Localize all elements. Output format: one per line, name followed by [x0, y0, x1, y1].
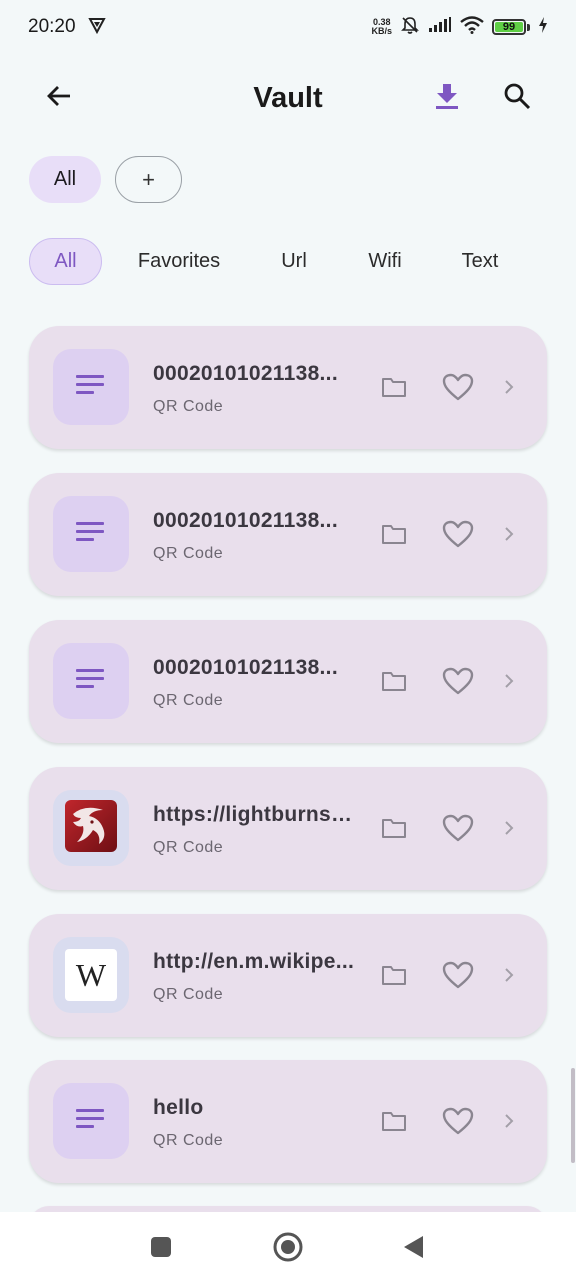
charging-icon: [538, 16, 548, 38]
arrow-left-icon: [45, 82, 73, 115]
network-speed: 0.38 KB/s: [371, 18, 392, 36]
item-title: 00020101021138...: [153, 509, 338, 532]
folder-chip-all[interactable]: All: [29, 156, 101, 203]
item-thumbnail: [53, 496, 129, 572]
app-bar: Vault: [0, 70, 576, 126]
favorite-heart-icon[interactable]: [441, 518, 475, 550]
folder-icon[interactable]: [379, 1106, 409, 1136]
chevron-right-icon[interactable]: [499, 815, 519, 841]
item-title: https://lightburnso...: [153, 803, 361, 826]
system-nav-bar: [0, 1212, 576, 1280]
filter-tab-all[interactable]: All: [29, 238, 102, 285]
battery-indicator: 99: [492, 19, 526, 35]
item-thumbnail: [53, 643, 129, 719]
item-title: 00020101021138...: [153, 656, 338, 679]
item-subtitle: QR Code: [153, 545, 224, 562]
page-title: Vault: [253, 81, 323, 114]
item-thumbnail: [53, 1083, 129, 1159]
item-thumbnail: [53, 349, 129, 425]
filter-tab-favorites[interactable]: Favorites: [129, 238, 229, 285]
item-thumbnail: W: [53, 937, 129, 1013]
status-time: 20:20: [28, 16, 76, 37]
folder-icon[interactable]: [379, 960, 409, 990]
item-subtitle: QR Code: [153, 986, 224, 1003]
wifi-icon: [460, 15, 484, 39]
text-lines-icon: [76, 1108, 106, 1135]
folder-icon[interactable]: [379, 666, 409, 696]
folder-icon[interactable]: [379, 372, 409, 402]
favorite-heart-icon[interactable]: [441, 812, 475, 844]
back-nav-button[interactable]: [396, 1230, 430, 1264]
favorite-heart-icon[interactable]: [441, 665, 475, 697]
text-lines-icon: [76, 374, 106, 401]
favorite-heart-icon[interactable]: [441, 959, 475, 991]
chevron-right-icon[interactable]: [499, 521, 519, 547]
list-item[interactable]: 00020101021138... QR Code: [29, 473, 547, 596]
recents-button[interactable]: [144, 1230, 178, 1264]
item-thumbnail: [53, 790, 129, 866]
search-icon: [503, 82, 531, 115]
list-item[interactable]: 00020101021138... QR Code: [29, 620, 547, 743]
filter-tabs: All Favorites Url Wifi Text: [29, 238, 549, 285]
filter-tab-url[interactable]: Url: [269, 238, 319, 285]
chevron-right-icon[interactable]: [499, 374, 519, 400]
signal-icon: [428, 16, 452, 38]
mute-icon: [400, 15, 420, 40]
list-item[interactable]: https://lightburnso... QR Code: [29, 767, 547, 890]
status-bar: 20:20 0.38 KB/s 99: [0, 0, 576, 54]
vpn-shield-icon: [87, 16, 106, 39]
folder-chips: All +: [29, 156, 182, 203]
download-button[interactable]: [427, 78, 467, 118]
back-button[interactable]: [39, 78, 79, 118]
chevron-right-icon[interactable]: [499, 668, 519, 694]
text-lines-icon: [76, 668, 106, 695]
list-item[interactable]: 00020101021138... QR Code: [29, 326, 547, 449]
scrollbar[interactable]: [571, 1068, 575, 1163]
item-subtitle: QR Code: [153, 1132, 224, 1149]
home-button[interactable]: [271, 1230, 305, 1264]
item-title: 00020101021138...: [153, 362, 338, 385]
lightburn-dragon-logo: [65, 799, 117, 857]
folder-icon[interactable]: [379, 813, 409, 843]
item-title: hello: [153, 1096, 204, 1119]
item-subtitle: QR Code: [153, 398, 224, 415]
favorite-heart-icon[interactable]: [441, 1105, 475, 1137]
network-speed-unit: KB/s: [371, 26, 392, 36]
filter-tab-wifi[interactable]: Wifi: [357, 238, 413, 285]
filter-tab-text[interactable]: Text: [452, 238, 508, 285]
favorite-heart-icon[interactable]: [441, 371, 475, 403]
text-lines-icon: [76, 521, 106, 548]
chevron-right-icon[interactable]: [499, 962, 519, 988]
folder-icon[interactable]: [379, 519, 409, 549]
item-title: http://en.m.wikipe...: [153, 950, 355, 973]
item-subtitle: QR Code: [153, 839, 224, 856]
list-item[interactable]: hello QR Code: [29, 1060, 547, 1183]
search-button[interactable]: [497, 78, 537, 118]
download-icon: [434, 82, 460, 115]
chevron-right-icon[interactable]: [499, 1108, 519, 1134]
battery-level: 99: [502, 21, 516, 33]
add-folder-button[interactable]: +: [115, 156, 182, 203]
list-item[interactable]: W http://en.m.wikipe... QR Code: [29, 914, 547, 1037]
item-subtitle: QR Code: [153, 692, 224, 709]
wikipedia-logo: W: [65, 949, 117, 1001]
